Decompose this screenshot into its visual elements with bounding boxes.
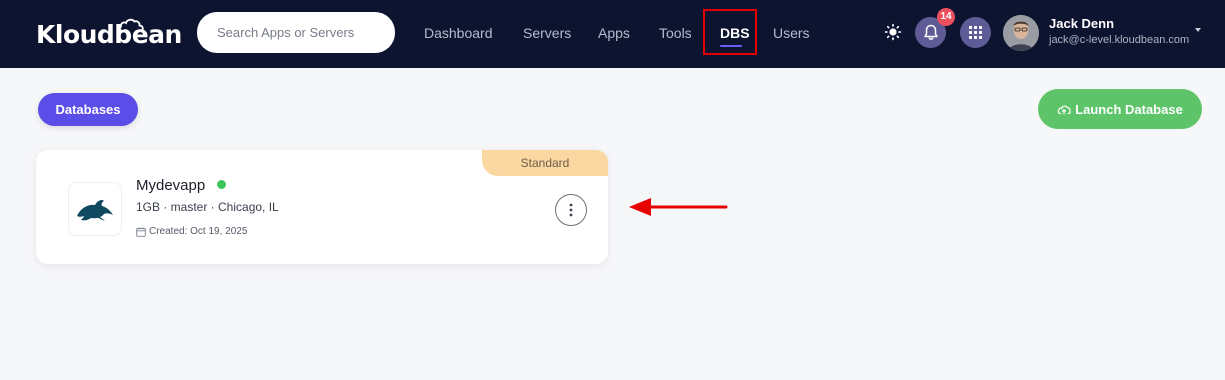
database-details: 1GB · master · Chicago, IL	[136, 200, 279, 214]
created-date: Created: Oct 19, 2025	[136, 226, 247, 237]
database-name[interactable]: Mydevapp	[136, 177, 205, 194]
nav-dashboard[interactable]: Dashboard	[424, 22, 493, 44]
cloud-upload-icon	[1057, 104, 1071, 115]
user-email: jack@c-level.kloudbean.com	[1049, 34, 1190, 46]
nav-users[interactable]: Users	[773, 22, 810, 44]
launch-database-button[interactable]: Launch Database	[1038, 89, 1202, 129]
calendar-icon	[136, 227, 146, 237]
created-date-text: Created: Oct 19, 2025	[149, 226, 248, 237]
kloudbean-logo[interactable]: Kloudbean	[36, 18, 182, 50]
nav-servers[interactable]: Servers	[523, 22, 571, 44]
chevron-down-icon[interactable]	[1195, 28, 1201, 32]
user-name[interactable]: Jack Denn	[1049, 16, 1114, 31]
apps-grid-button[interactable]	[960, 17, 991, 48]
cloud-icon	[119, 18, 144, 32]
search-input[interactable]	[197, 12, 395, 53]
notification-count-badge: 14	[937, 8, 955, 26]
bell-icon	[923, 24, 938, 40]
highlight-box	[703, 9, 757, 55]
more-options-button[interactable]	[555, 194, 587, 226]
mysql-dolphin-icon	[77, 200, 113, 221]
nav-tools[interactable]: Tools	[659, 22, 692, 44]
plan-badge: Standard	[482, 150, 608, 176]
logo-text: Kloudbean	[36, 20, 182, 49]
vertical-dots-icon	[569, 203, 573, 217]
database-card[interactable]: Standard Mydevapp 1GB · master · Chicago…	[36, 150, 608, 264]
user-avatar[interactable]	[1003, 15, 1039, 51]
launch-database-label: Launch Database	[1075, 101, 1183, 117]
top-navbar: Kloudbean Dashboard Servers Apps Tools D…	[0, 0, 1225, 68]
db-engine-logo	[68, 182, 122, 236]
user-photo	[1003, 15, 1039, 51]
tab-databases[interactable]: Databases	[38, 93, 138, 126]
status-indicator	[217, 180, 226, 189]
grid-apps-icon	[969, 26, 982, 39]
annotation-arrow-icon	[629, 198, 728, 216]
nav-apps[interactable]: Apps	[598, 22, 630, 44]
sun-icon[interactable]	[884, 23, 902, 41]
